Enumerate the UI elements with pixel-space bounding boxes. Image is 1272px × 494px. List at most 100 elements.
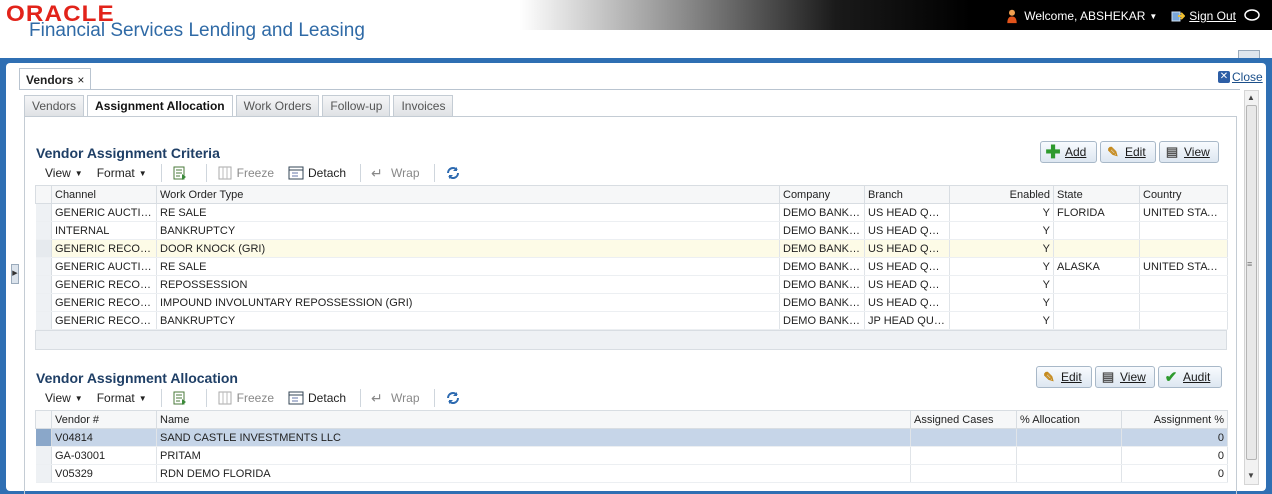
cell-company: DEMO BANK U... (779, 275, 865, 294)
cell-allocation-percent (1016, 428, 1122, 447)
format-menu[interactable]: Format ▼ (97, 391, 147, 405)
sign-out-icon[interactable] (1171, 9, 1186, 23)
column-header-country[interactable]: Country (1139, 185, 1228, 204)
sign-out-link[interactable]: Sign Out (1189, 9, 1236, 23)
allocation-table: Vendor # Name Assigned Cases % Allocatio… (35, 410, 1228, 483)
tab-invoices[interactable]: Invoices (393, 95, 454, 116)
checkmark-icon: ✔ (1164, 369, 1178, 386)
row-header[interactable] (35, 275, 52, 294)
table-row[interactable]: GENERIC RECOVE... REPOSSESSION DEMO BANK… (35, 275, 1228, 294)
tab-vendors[interactable]: Vendors (24, 95, 85, 116)
audit-button[interactable]: ✔ Audit (1158, 366, 1222, 388)
row-header[interactable] (35, 257, 52, 276)
allocation-edit-button[interactable]: ✎ Edit (1036, 366, 1092, 388)
task-tab-label: Vendors (26, 73, 74, 87)
column-header-channel[interactable]: Channel (51, 185, 157, 204)
criteria-edit-button[interactable]: ✎ Edit (1100, 141, 1156, 163)
add-button-label: Add (1065, 145, 1087, 159)
refresh-button[interactable] (445, 390, 465, 406)
cell-branch: US HEAD QUA... (864, 239, 950, 258)
column-header-state[interactable]: State (1053, 185, 1140, 204)
export-button[interactable] (172, 165, 192, 181)
cell-company: DEMO BANK U... (779, 239, 865, 258)
refresh-button[interactable] (445, 165, 465, 181)
table-row[interactable]: GENERIC AUCTIO... RE SALE DEMO BANK U...… (35, 203, 1228, 222)
chevron-down-icon: ▼ (74, 168, 83, 178)
column-header-company[interactable]: Company (779, 185, 865, 204)
column-header-assignment-percent[interactable]: Assignment % (1121, 410, 1228, 429)
row-header[interactable] (35, 428, 52, 447)
vertical-scrollbar[interactable]: ▲ ≡ ▼ (1244, 90, 1259, 485)
row-header[interactable] (35, 221, 52, 240)
row-header[interactable] (35, 239, 52, 258)
table-row[interactable]: GENERIC RECOVE... DOOR KNOCK (GRI) DEMO … (35, 239, 1228, 258)
row-header-corner (35, 410, 52, 429)
cell-company: DEMO BANK U... (779, 221, 865, 240)
scroll-down-icon[interactable]: ▼ (1247, 471, 1255, 480)
tab-follow-up[interactable]: Follow-up (322, 95, 391, 116)
allocation-view-button[interactable]: ▤ View (1095, 366, 1155, 388)
export-button[interactable] (172, 390, 192, 406)
wrap-icon: ↵ (371, 390, 383, 406)
chevron-down-icon[interactable]: ▼ (1149, 12, 1157, 21)
cell-channel: GENERIC AUCTIO... (51, 257, 157, 276)
detach-button[interactable]: Detach (288, 165, 346, 181)
export-icon (173, 391, 186, 405)
table-row[interactable]: V05329 RDN DEMO FLORIDA 0 (35, 464, 1228, 483)
criteria-view-button[interactable]: ▤ View (1159, 141, 1219, 163)
wrap-button[interactable]: ↵ Wrap (371, 165, 419, 181)
toolbar-separator (433, 389, 435, 407)
add-button[interactable]: ✚ Add (1040, 141, 1097, 163)
task-tab-vendors[interactable]: Vendors × (19, 68, 91, 90)
table-row[interactable]: V04814 SAND CASTLE INVESTMENTS LLC 0 (35, 428, 1228, 447)
column-header-assigned-cases[interactable]: Assigned Cases (910, 410, 1017, 429)
scrollbar-thumb[interactable] (1246, 105, 1257, 460)
column-header-name[interactable]: Name (156, 410, 911, 429)
cell-country (1139, 221, 1228, 240)
user-area: Welcome, ABSHEKAR ▼ Sign Out (1006, 6, 1260, 26)
table-row[interactable]: GENERIC RECOVE... BANKRUPTCY DEMO BANK J… (35, 311, 1228, 330)
header-collapse-handle[interactable] (1238, 50, 1260, 58)
cell-country (1139, 239, 1228, 258)
row-header[interactable] (35, 293, 52, 312)
welcome-user-menu[interactable]: Welcome, ABSHEKAR (1024, 9, 1145, 23)
wrap-button[interactable]: ↵ Wrap (371, 390, 419, 406)
cell-state (1053, 221, 1140, 240)
column-header-work-order-type[interactable]: Work Order Type (156, 185, 780, 204)
view-menu[interactable]: View ▼ (45, 391, 83, 405)
cell-branch: JP HEAD QUA... (864, 311, 950, 330)
wrap-label: Wrap (391, 391, 420, 405)
table-row[interactable]: GENERIC AUCTIO... RE SALE DEMO BANK U...… (35, 257, 1228, 276)
table-row[interactable]: GENERIC RECOVE... IMPOUND INVOLUNTARY RE… (35, 293, 1228, 312)
cell-work-order-type: IMPOUND INVOLUNTARY REPOSSESSION (GRI) (156, 293, 780, 312)
freeze-button[interactable]: Freeze (217, 390, 274, 406)
scroll-up-icon[interactable]: ▲ (1247, 93, 1255, 102)
column-header-allocation-percent[interactable]: % Allocation (1016, 410, 1122, 429)
allocation-section-title: Vendor Assignment Allocation (36, 370, 238, 386)
detach-button[interactable]: Detach (288, 390, 346, 406)
cell-branch: US HEAD QUA... (864, 203, 950, 222)
cell-assigned-cases (910, 428, 1017, 447)
side-panel-expand-icon[interactable]: ▶ (11, 264, 19, 284)
row-header[interactable] (35, 464, 52, 483)
cell-enabled: Y (949, 275, 1054, 294)
chat-bubble-icon[interactable] (1244, 9, 1260, 23)
column-header-enabled[interactable]: Enabled (949, 185, 1054, 204)
chevron-down-icon: ▼ (138, 168, 147, 178)
close-tab-icon[interactable]: × (77, 73, 84, 87)
row-header[interactable] (35, 203, 52, 222)
row-header[interactable] (35, 311, 52, 330)
column-header-vendor-number[interactable]: Vendor # (51, 410, 157, 429)
toolbar-separator (360, 389, 362, 407)
format-menu[interactable]: Format ▼ (97, 166, 147, 180)
column-header-branch[interactable]: Branch (864, 185, 950, 204)
freeze-button[interactable]: Freeze (217, 165, 274, 181)
tab-assignment-allocation[interactable]: Assignment Allocation (87, 95, 233, 117)
table-row[interactable]: INTERNAL BANKRUPTCY DEMO BANK U... US HE… (35, 221, 1228, 240)
table-row[interactable]: GA-03001 PRITAM 0 (35, 446, 1228, 465)
scrollbar-grip-icon: ≡ (1247, 259, 1253, 269)
row-header[interactable] (35, 446, 52, 465)
tab-work-orders[interactable]: Work Orders (235, 95, 320, 116)
close-link[interactable]: ✕ Close (1218, 70, 1263, 84)
view-menu[interactable]: View ▼ (45, 166, 83, 180)
